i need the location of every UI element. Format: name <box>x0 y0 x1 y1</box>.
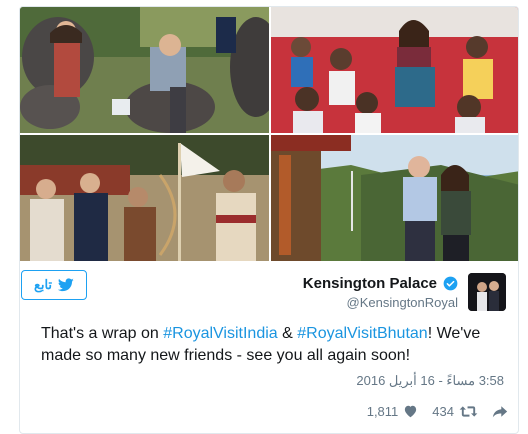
hashtag-link[interactable]: #RoyalVisitIndia <box>163 325 277 342</box>
follow-label: تابع <box>33 277 53 292</box>
retweet-count: 434 <box>432 403 454 419</box>
photo-archery[interactable] <box>20 135 269 261</box>
photo-elephants[interactable] <box>20 7 269 133</box>
tweet-text-part: That's a wrap on <box>41 325 164 342</box>
retweet-action[interactable]: 434 <box>432 404 478 419</box>
photo-grid <box>20 7 518 261</box>
heart-icon <box>405 405 417 418</box>
tweet-text: That's a wrap on #RoyalVisitIndia & #Roy… <box>41 323 511 367</box>
tweet-header: Kensington Palace @KensingtonRoyal <box>20 269 518 315</box>
embedded-tweet-card: Kensington Palace @KensingtonRoyal That'… <box>19 6 519 434</box>
hashtag-link[interactable]: #RoyalVisitBhutan <box>297 325 427 342</box>
avatar[interactable] <box>468 273 506 311</box>
retweet-icon <box>459 405 478 417</box>
like-count: 1,811 <box>366 403 399 419</box>
tweet-timestamp[interactable]: 3:58 مساءً - 16 أبريل 2016 <box>356 373 504 389</box>
display-name[interactable]: Kensington Palace <box>303 275 437 292</box>
twitter-bird-icon <box>58 278 74 292</box>
verified-badge-icon <box>443 276 458 291</box>
like-action[interactable]: 1,811 <box>367 404 419 419</box>
author-block: Kensington Palace @KensingtonRoyal <box>303 275 458 310</box>
share-action[interactable] <box>492 405 508 418</box>
photo-tigers-nest[interactable] <box>271 135 518 261</box>
photo-children[interactable] <box>271 7 518 133</box>
follow-button[interactable]: تابع <box>21 270 87 300</box>
author-handle[interactable]: @KensingtonRoyal <box>303 295 458 310</box>
tweet-actions: 1,811 434 <box>367 401 508 421</box>
share-arrow-icon <box>492 405 508 417</box>
tweet-text-part: & <box>277 325 298 342</box>
